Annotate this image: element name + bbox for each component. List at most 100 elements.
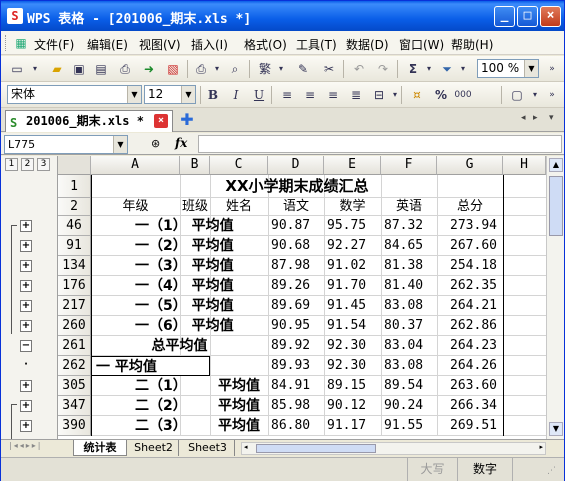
- outline-level-2[interactable]: 2: [21, 158, 34, 171]
- score-cell[interactable]: 81.40: [381, 276, 437, 296]
- justify-icon[interactable]: ≣: [348, 87, 364, 103]
- column-label-cell[interactable]: 语文: [268, 198, 324, 216]
- score-cell[interactable]: 89.15: [324, 376, 381, 396]
- score-cell[interactable]: 90.24: [381, 396, 437, 416]
- scroll-down-icon[interactable]: ▼: [549, 422, 563, 436]
- column-label-cell[interactable]: 总分: [437, 198, 503, 216]
- score-cell[interactable]: 89.26: [268, 276, 324, 296]
- menu-view[interactable]: 视图(V): [139, 36, 181, 53]
- score-cell[interactable]: 91.02: [324, 256, 381, 276]
- tab-scroll-left-icon[interactable]: ◂: [521, 113, 526, 123]
- total-score-cell[interactable]: 264.26: [437, 356, 503, 376]
- row-header[interactable]: 2: [58, 198, 91, 216]
- class-average-label[interactable]: 平均值: [210, 396, 268, 416]
- column-label-cell[interactable]: 年级: [91, 198, 180, 216]
- outline-level-3[interactable]: 3: [37, 158, 50, 171]
- minimize-button[interactable]: _: [494, 6, 515, 27]
- outline-expand-button[interactable]: +: [20, 380, 32, 392]
- row-header[interactable]: 261: [58, 336, 91, 356]
- menu-tools[interactable]: 工具(T): [296, 36, 337, 53]
- close-tab-icon[interactable]: ×: [154, 114, 168, 128]
- outline-dot-button[interactable]: ·: [20, 360, 32, 372]
- score-cell[interactable]: 95.75: [324, 216, 381, 236]
- find-icon[interactable]: ⌕: [227, 61, 243, 77]
- underline-button[interactable]: U: [251, 87, 267, 103]
- row-header[interactable]: 217: [58, 296, 91, 316]
- total-score-cell[interactable]: 267.60: [437, 236, 503, 256]
- scroll-left-icon[interactable]: ◂: [244, 443, 248, 451]
- percent-button[interactable]: %: [433, 87, 449, 103]
- currency-icon[interactable]: ¤: [409, 87, 425, 103]
- score-cell[interactable]: 89.69: [268, 296, 324, 316]
- class-average-label[interactable]: 一（3） 平均值: [91, 256, 268, 276]
- formula-input[interactable]: [198, 135, 562, 153]
- column-label-cell[interactable]: 姓名: [210, 198, 268, 216]
- score-cell[interactable]: 91.55: [381, 416, 437, 436]
- score-cell[interactable]: 87.32: [381, 216, 437, 236]
- score-cell[interactable]: 87.98: [268, 256, 324, 276]
- score-cell[interactable]: 83.08: [381, 296, 437, 316]
- score-cell[interactable]: 90.68: [268, 236, 324, 256]
- row-header[interactable]: 262: [58, 356, 91, 376]
- format-painter-icon[interactable]: ✎: [295, 61, 311, 77]
- column-label-cell[interactable]: 数学: [324, 198, 381, 216]
- align-right-icon[interactable]: ≡: [325, 87, 341, 103]
- score-cell[interactable]: 92.27: [324, 236, 381, 256]
- function-wizard-icon[interactable]: ⊛: [151, 137, 160, 150]
- filter-dropdown-icon[interactable]: ▾: [455, 61, 471, 77]
- class-average-label[interactable]: 一（6） 平均值: [91, 316, 268, 336]
- column-header-a[interactable]: A: [91, 156, 180, 175]
- export-icon[interactable]: ▤: [93, 61, 109, 77]
- align-left-icon[interactable]: ≡: [279, 87, 295, 103]
- column-header-g[interactable]: G: [437, 156, 503, 175]
- thousands-button[interactable]: 000: [451, 87, 475, 103]
- column-label-cell[interactable]: 英语: [381, 198, 437, 216]
- score-cell[interactable]: 90.87: [268, 216, 324, 236]
- align-center-icon[interactable]: ≡: [302, 87, 318, 103]
- scroll-right-icon[interactable]: ▸: [539, 443, 543, 451]
- score-cell[interactable]: 90.95: [268, 316, 324, 336]
- row-header[interactable]: 305: [58, 376, 91, 396]
- score-cell[interactable]: 80.37: [381, 316, 437, 336]
- score-cell[interactable]: 92.30: [324, 356, 381, 376]
- open-folder-icon[interactable]: ▰: [49, 61, 65, 77]
- row-header[interactable]: 347: [58, 396, 91, 416]
- class-average-label[interactable]: 一（4） 平均值: [91, 276, 268, 296]
- document-tab[interactable]: S 201006_期末.xls * ×: [5, 110, 173, 132]
- undo-icon[interactable]: ↶: [351, 61, 367, 77]
- total-score-cell[interactable]: 264.23: [437, 336, 503, 356]
- chevron-down-icon[interactable]: ▼: [127, 86, 141, 103]
- class-name-cell[interactable]: 二（3）: [91, 416, 210, 436]
- column-label-cell[interactable]: 班级: [180, 198, 210, 216]
- chevron-down-icon[interactable]: ▼: [113, 136, 127, 153]
- row-header[interactable]: 260: [58, 316, 91, 336]
- scroll-thumb[interactable]: [549, 176, 563, 236]
- chevron-down-icon[interactable]: ▼: [524, 60, 538, 77]
- chevron-down-icon[interactable]: ▼: [181, 86, 195, 103]
- column-header-f[interactable]: F: [381, 156, 437, 175]
- menu-insert[interactable]: 插入(I): [191, 36, 228, 53]
- class-average-label[interactable]: 一（2） 平均值: [91, 236, 268, 256]
- score-cell[interactable]: 84.65: [381, 236, 437, 256]
- sheet-tab[interactable]: Sheet3: [181, 440, 235, 456]
- zoom-select[interactable]: 100 % ▼: [477, 59, 539, 78]
- row-header[interactable]: 1: [58, 175, 91, 198]
- redo-icon[interactable]: ↷: [375, 61, 391, 77]
- class-name-cell[interactable]: 二（1）: [91, 376, 210, 396]
- save-icon[interactable]: ▣: [71, 61, 87, 77]
- print-icon[interactable]: ⎙: [193, 61, 209, 77]
- hscroll-thumb[interactable]: [256, 444, 376, 453]
- total-score-cell[interactable]: 262.35: [437, 276, 503, 296]
- row-header[interactable]: 390: [58, 416, 91, 436]
- total-score-cell[interactable]: 266.34: [437, 396, 503, 416]
- total-score-cell[interactable]: 254.18: [437, 256, 503, 276]
- convert-dropdown-icon[interactable]: ▾: [273, 61, 289, 77]
- score-cell[interactable]: 81.38: [381, 256, 437, 276]
- pdf-icon[interactable]: ▧: [165, 61, 181, 77]
- row-header[interactable]: 46: [58, 216, 91, 236]
- score-cell[interactable]: 90.12: [324, 396, 381, 416]
- select-all-corner[interactable]: [58, 156, 91, 175]
- score-cell[interactable]: 83.08: [381, 356, 437, 376]
- outline-expand-button[interactable]: +: [20, 220, 32, 232]
- total-score-cell[interactable]: 273.94: [437, 216, 503, 236]
